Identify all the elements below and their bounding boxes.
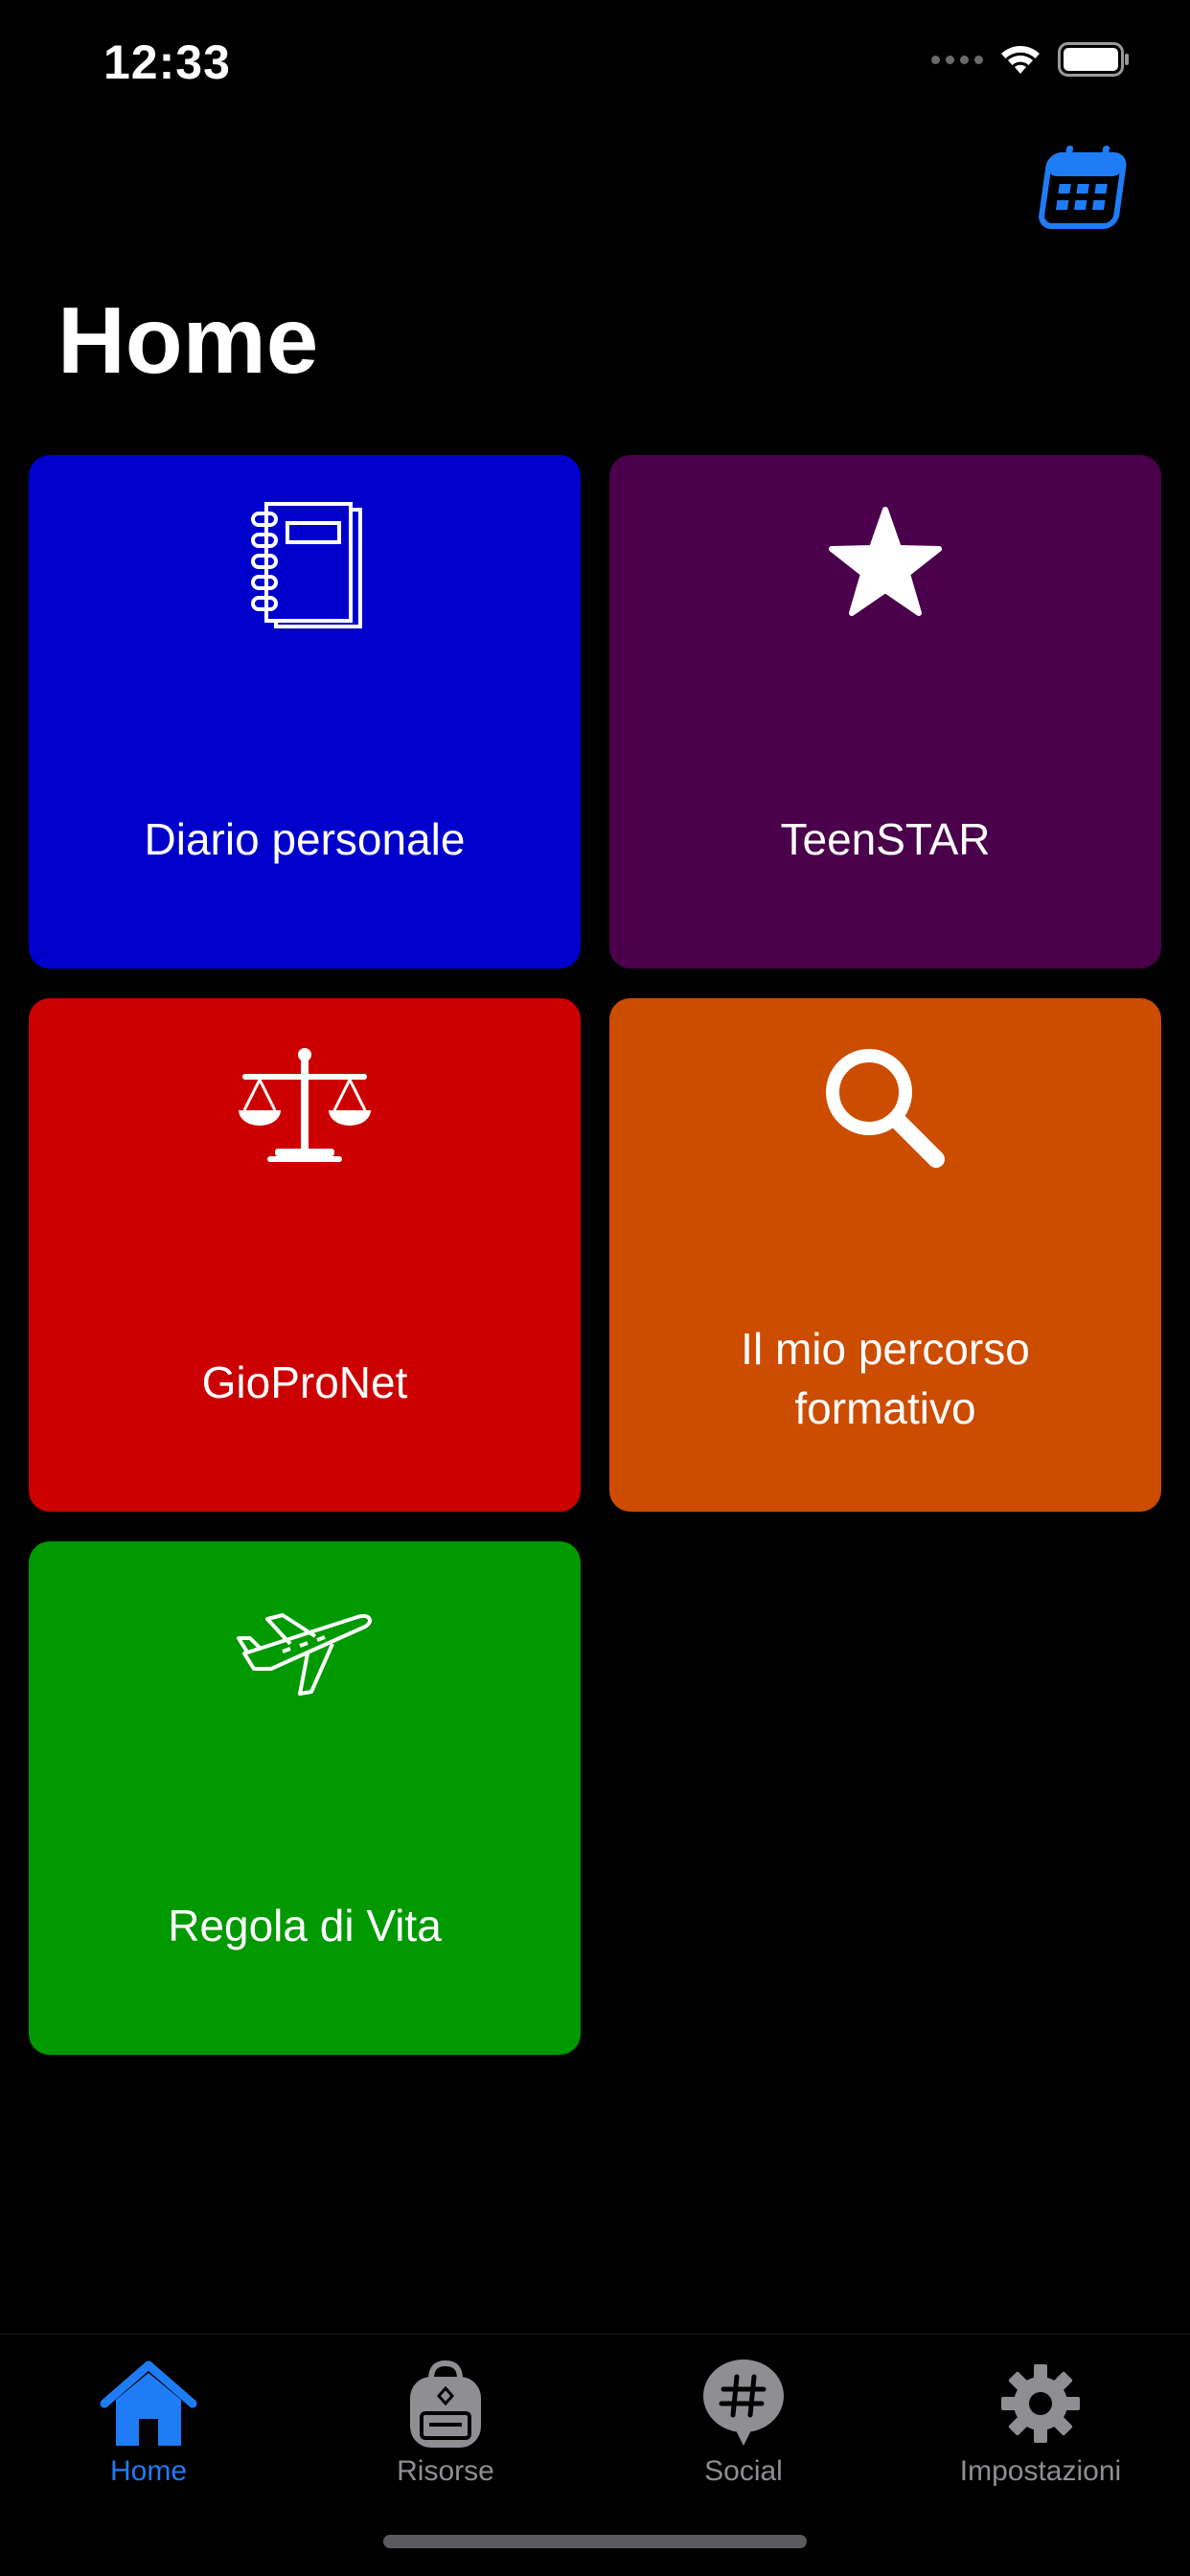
airplane-icon	[233, 1580, 377, 1723]
star-icon	[813, 493, 957, 637]
tab-label: Social	[704, 2455, 783, 2487]
tab-home[interactable]: Home	[0, 2346, 297, 2499]
hashtag-bubble-icon	[691, 2356, 796, 2451]
tile-label-line1: Il mio percorso	[741, 1324, 1030, 1374]
status-bar: 12:33	[0, 0, 1190, 126]
tile-label: GioProNet	[201, 1357, 408, 1407]
status-icons	[931, 42, 1131, 77]
tab-label: Home	[109, 2455, 188, 2487]
notebook-icon	[233, 493, 377, 637]
cellular-signal-icon	[931, 55, 983, 64]
tab-social[interactable]: Social	[595, 2346, 892, 2499]
tile-label: Regola di Vita	[168, 1901, 442, 1950]
tab-risorse[interactable]: Risorse	[297, 2346, 594, 2499]
home-indicator	[383, 2535, 807, 2548]
tile-gipronet[interactable]: GioProNet	[29, 998, 581, 1512]
tab-label: Impostazioni	[959, 2455, 1122, 2487]
scales-icon	[233, 1037, 377, 1180]
tile-label: Diario personale	[144, 814, 466, 864]
house-icon	[96, 2356, 201, 2451]
gear-icon	[988, 2356, 1093, 2451]
tile-label-line2: formativo	[794, 1383, 976, 1433]
tile-regola-di-vita[interactable]: Regola di Vita	[29, 1541, 581, 2055]
wifi-icon	[1001, 46, 1040, 74]
tile-teenstar[interactable]: TeenSTAR	[609, 455, 1161, 969]
tile-diario-personale[interactable]: Diario personale	[29, 455, 581, 969]
battery-icon	[1058, 42, 1129, 77]
status-time: 12:33	[103, 35, 231, 89]
tab-label: Risorse	[397, 2455, 494, 2487]
backpack-icon	[393, 2356, 498, 2451]
tile-il-mio-percorso-formativo[interactable]: Il mio percorso formativo	[609, 998, 1161, 1512]
tile-label: TeenSTAR	[780, 814, 991, 864]
tab-impostazioni[interactable]: Impostazioni	[892, 2346, 1189, 2499]
page-title: Home	[57, 287, 319, 393]
calendar-button[interactable]	[1037, 142, 1131, 234]
magnifier-icon	[813, 1037, 957, 1180]
calendar-icon	[1039, 146, 1127, 229]
